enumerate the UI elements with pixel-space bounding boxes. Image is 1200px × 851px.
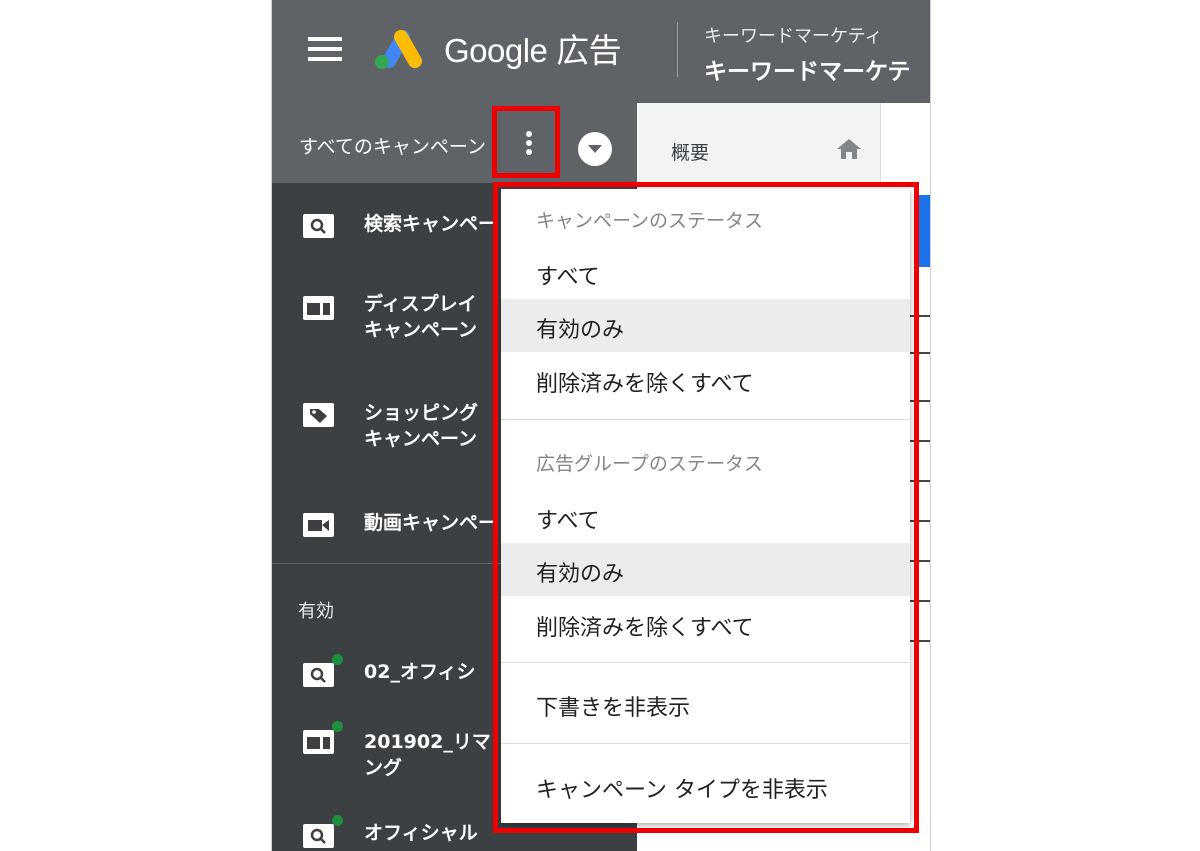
collapse-dropdown-button[interactable] [578,132,612,166]
account-subtitle: キーワードマーケティ [704,26,883,47]
shopping-tag-icon [303,403,334,427]
section-label-active: 有効 [298,601,334,622]
campaign-selector-bar: すべてのキャンペーン [272,103,637,183]
search-campaign-icon [303,663,334,687]
screenshot-frame: Google 広告 キーワードマーケティ キーワードマーケテ すべてのキャンペー… [271,0,931,851]
active-status-dot [332,721,343,732]
active-status-dot [332,654,343,665]
product-name: Google 広告 [444,32,622,69]
video-campaign-icon [303,513,334,537]
account-name[interactable]: キーワードマーケテ [704,52,911,86]
page-tab-overview[interactable]: 概要 [637,103,881,183]
display-campaign-icon [303,296,334,320]
sidebar-item-label: 02_オフィシ [364,661,476,683]
active-status-dot [332,815,343,826]
all-campaigns-label[interactable]: すべてのキャンペーン [299,132,486,159]
display-campaign-icon [303,730,334,754]
header-divider [677,22,678,77]
sidebar-item-label: 201902_リマ ング [364,731,491,779]
sidebar-item-label: ショッピング キャンペーン [364,402,479,450]
highlight-box-more-options [492,106,560,178]
search-campaign-icon [303,214,334,238]
sidebar-item-label: オフィシャル [364,822,478,844]
home-icon[interactable] [835,137,863,161]
google-ads-logo-icon [375,29,422,69]
sidebar-item-label: ディスプレイ キャンペーン [364,293,478,341]
overview-label: 概要 [671,142,710,164]
hamburger-menu-icon[interactable] [308,37,342,63]
search-campaign-icon [303,824,334,848]
highlight-box-menu [493,182,919,833]
top-app-bar: Google 広告 キーワードマーケティ キーワードマーケテ [272,0,930,103]
sidebar-item-label: 動画キャンペー [364,512,498,534]
sidebar-item-label: 検索キャンペー [364,213,498,235]
